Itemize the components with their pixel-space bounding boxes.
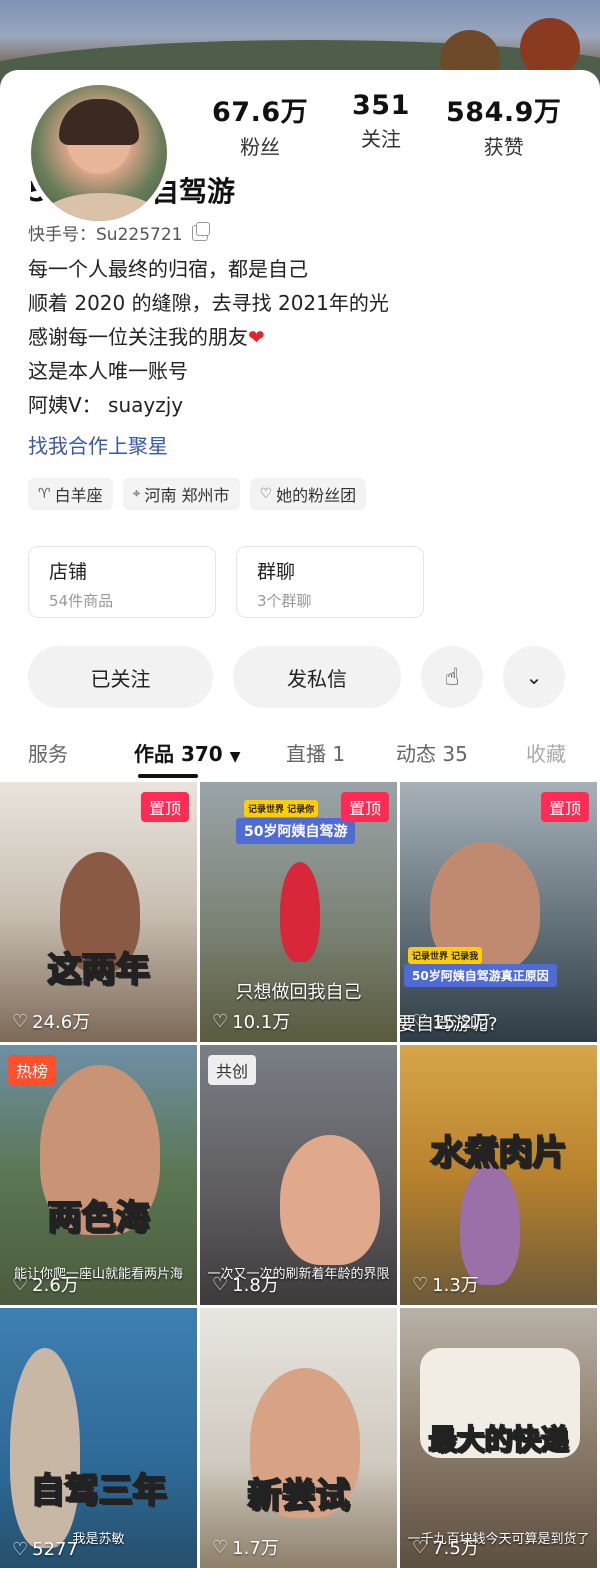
video-thumb[interactable]: 热榜 两色海 能让你爬一座山就能看两片海 ♡ 2.6万 (0, 1045, 197, 1305)
fans-count: 67.6万 (212, 97, 309, 128)
video-caption: 自驾三年 (30, 1470, 168, 1512)
heart-outline-icon: ♡ (12, 1539, 29, 1560)
video-likes: ♡ 10.1万 (212, 1010, 291, 1034)
video-thumb[interactable]: 新尝试 ♡ 1.7万 (200, 1308, 397, 1568)
video-title: 50岁阿姨自驾游真正原因 (404, 964, 557, 987)
tab-service[interactable]: 服务 (28, 738, 68, 767)
tab-underline (138, 774, 198, 778)
tag-zodiac[interactable]: ♈ 白羊座 (28, 478, 113, 510)
tab-favorites[interactable]: 收藏 (526, 738, 566, 767)
video-caption: 两色海 (47, 1197, 151, 1239)
heart-outline-icon: ♡ (212, 1010, 229, 1032)
following-count: 351 (352, 90, 410, 121)
profile-sheet: 67.6万 粉丝 351 关注 584.9万 获赞 50岁阿姨自驾游 快手号：S… (0, 70, 600, 1592)
video-thumb[interactable]: 记录世界 记录我 50岁阿姨自驾游真正原因 置顶 要自驾游呢? ♡ 15.2万 (400, 782, 597, 1042)
likes-count: 584.9万 (446, 97, 562, 128)
heart-outline-icon: ♡ (12, 1010, 29, 1032)
hand-tap-icon: ☝ (444, 663, 460, 691)
action-buttons: 已关注 发私信 ☝ ⌄ (28, 646, 565, 708)
followed-button[interactable]: 已关注 (28, 646, 213, 708)
shop-sub: 54件商品 (49, 592, 114, 610)
heart-icon: ❤ (248, 325, 265, 349)
bio-line: 顺着 2020 的缝隙，去寻找 2021年的光 (28, 291, 389, 315)
gesture-button[interactable]: ☝ (421, 646, 483, 708)
bio-line: 感谢每一位关注我的朋友❤ (28, 325, 265, 349)
tab-works[interactable]: 作品 370 ▼ (134, 738, 240, 767)
avatar[interactable] (26, 80, 172, 226)
video-likes: ♡ 5277 (12, 1539, 78, 1560)
video-thumb[interactable]: 最大的快递 一千九百块钱今天可算是到货了 ♡ 7.5万 (400, 1308, 597, 1568)
video-likes: ♡ 1.3万 (412, 1273, 479, 1297)
feature-cards: 店铺 54件商品 群聊 3个群聊 (28, 546, 424, 618)
heart-outline-icon: ♡ (259, 486, 273, 502)
video-caption: 只想做回我自己 (235, 982, 362, 1003)
video-caption: 最大的快递 (427, 1422, 569, 1457)
heart-outline-icon: ♡ (412, 1536, 429, 1558)
group-chat-title: 群聊 (257, 561, 296, 583)
location-icon: ⌖ (132, 486, 141, 502)
more-button[interactable]: ⌄ (503, 646, 565, 708)
tag-row: ♈ 白羊座 ⌖ 河南 郑州市 ♡ 她的粉丝团 (28, 478, 367, 510)
tab-bar: 服务 作品 370 ▼ 直播 1 动态 35 收藏 (0, 730, 600, 780)
caret-down-icon: ▼ (229, 749, 241, 765)
stat-following[interactable]: 351 关注 (352, 90, 410, 152)
chevron-down-icon: ⌄ (525, 665, 543, 689)
video-thumb[interactable]: 共创 一次又一次的刷新着年龄的界限 ♡ 1.8万 (200, 1045, 397, 1305)
hot-badge: 热榜 (8, 1055, 57, 1085)
video-caption: 新尝试 (247, 1475, 351, 1517)
stat-likes[interactable]: 584.9万 获赞 (446, 90, 561, 160)
tag-fan-group[interactable]: ♡ 她的粉丝团 (249, 478, 367, 510)
video-thumb[interactable]: 自驾三年 我是苏敏 ♡ 5277 (0, 1308, 197, 1568)
fans-label: 粉丝 (240, 135, 281, 159)
video-likes: ♡ 24.6万 (12, 1010, 91, 1034)
video-likes: ♡ 1.7万 (212, 1536, 279, 1560)
group-chat-sub: 3个群聊 (257, 592, 312, 610)
stat-fans[interactable]: 67.6万 粉丝 (212, 90, 308, 160)
video-caption: 这两年 (47, 949, 151, 991)
video-likes: ♡ 7.5万 (412, 1536, 479, 1560)
message-button[interactable]: 发私信 (233, 646, 401, 708)
video-thumb[interactable]: 水煮肉片 ♡ 1.3万 (400, 1045, 597, 1305)
heart-outline-icon: ♡ (212, 1536, 229, 1558)
video-thumb[interactable]: 记录世界 记录你 50岁阿姨自驾游 置顶 只想做回我自己 ♡ 10.1万 (200, 782, 397, 1042)
shop-title: 店铺 (49, 561, 88, 583)
heart-outline-icon: ♡ (412, 1273, 429, 1295)
tab-live[interactable]: 直播 1 (286, 738, 345, 767)
bio-line: 每一个人最终的归宿，都是自己 (28, 257, 308, 281)
group-chat-card[interactable]: 群聊 3个群聊 (236, 546, 424, 618)
heart-outline-icon: ♡ (12, 1273, 29, 1295)
tab-moments[interactable]: 动态 35 (396, 738, 468, 767)
video-likes: ♡ 2.6万 (12, 1273, 79, 1297)
bio-line: 阿姨V： suayzjy (28, 393, 184, 417)
pinned-badge: 置顶 (340, 792, 389, 822)
copy-icon[interactable] (192, 221, 211, 241)
cooperation-link[interactable]: 找我合作上聚星 (28, 430, 168, 459)
tag-location[interactable]: ⌖ 河南 郑州市 (122, 478, 240, 510)
video-likes: ♡ 1.8万 (212, 1273, 279, 1297)
zodiac-icon: ♈ (38, 486, 51, 502)
following-label: 关注 (360, 127, 401, 151)
shop-card[interactable]: 店铺 54件商品 (28, 546, 216, 618)
bio: 每一个人最终的归宿，都是自己 顺着 2020 的缝隙，去寻找 2021年的光 感… (28, 252, 389, 422)
pinned-badge: 置顶 (140, 792, 189, 822)
video-top-tag: 记录世界 记录你 (244, 800, 319, 817)
user-id-row[interactable]: 快手号：Su225721 (28, 220, 211, 245)
video-title: 50岁阿姨自驾游 (236, 818, 356, 844)
video-caption: 水煮肉片 (430, 1132, 568, 1174)
likes-label: 获赞 (483, 135, 524, 159)
video-top-tag: 记录世界 记录我 (408, 947, 483, 964)
video-thumb[interactable]: 置顶 这两年 ♡ 24.6万 (0, 782, 197, 1042)
heart-outline-icon: ♡ (212, 1273, 229, 1295)
co-create-badge: 共创 (208, 1055, 257, 1085)
bio-line: 这是本人唯一账号 (28, 359, 188, 383)
pinned-badge: 置顶 (540, 792, 589, 822)
video-likes: ♡ 15.2万 (412, 1010, 491, 1034)
heart-outline-icon: ♡ (412, 1010, 429, 1032)
